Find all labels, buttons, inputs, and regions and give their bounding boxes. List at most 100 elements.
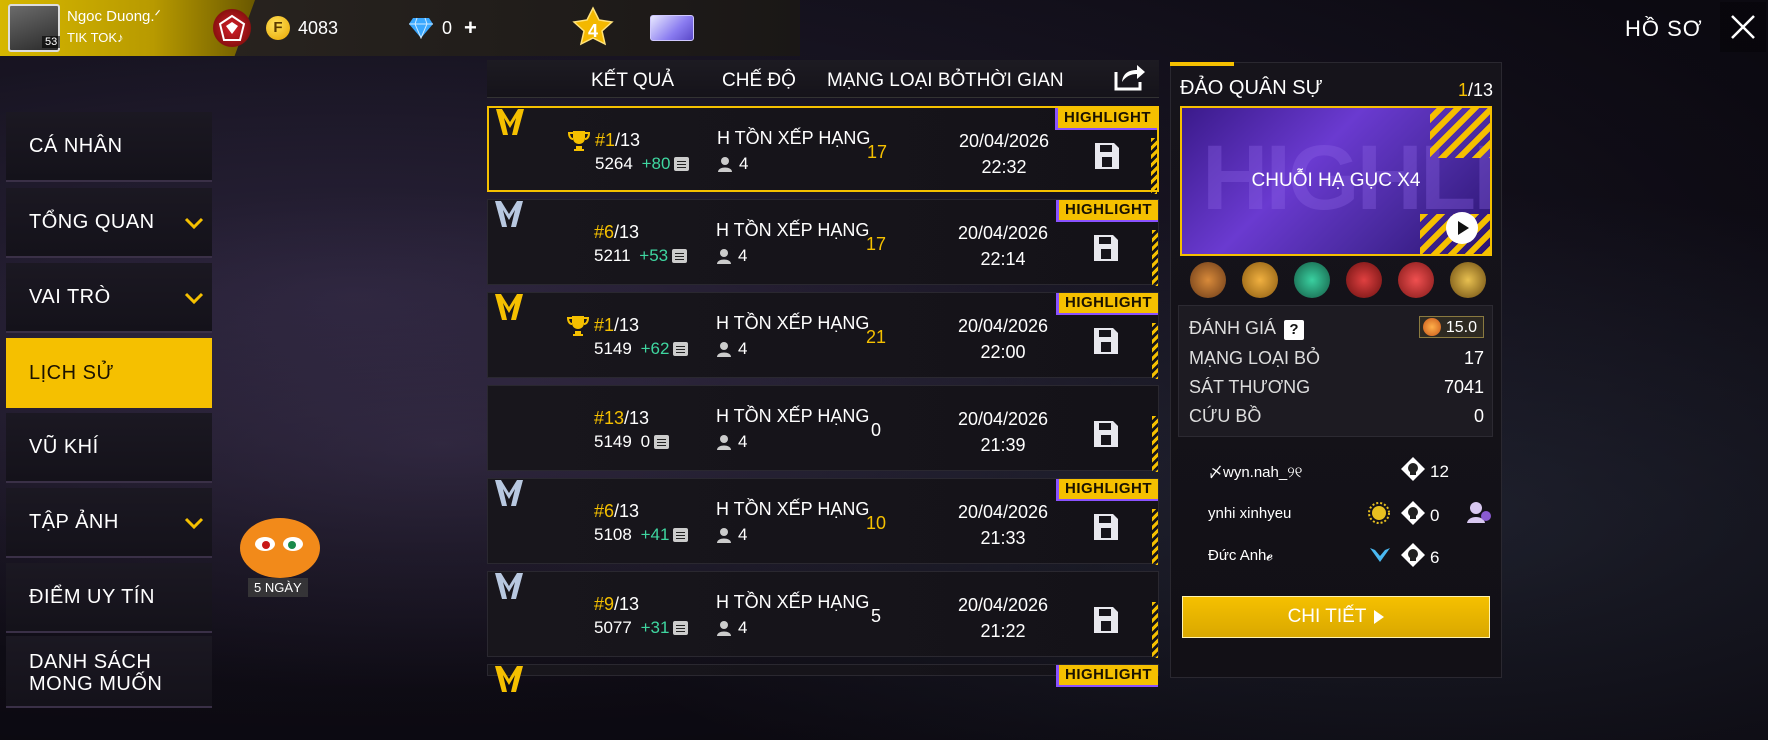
highlight-tag[interactable]: HIGHLIGHT [1055, 108, 1157, 130]
row-stripe [1151, 138, 1157, 194]
history-row[interactable]: #13/13 5149 0H TỒN XẾP HẠNG 4 0 20/04/2026 21… [487, 385, 1159, 472]
pet-avatar[interactable] [235, 512, 325, 580]
sidebar-item[interactable]: TẬP ẢNH [6, 488, 212, 558]
history-row[interactable]: HIGHLIGHT [487, 664, 1159, 692]
skull-icon [1400, 500, 1426, 530]
sidebar-item-label: VŨ KHÍ [29, 435, 99, 458]
match-stats: ĐÁNH GIÁ? 15.0 MẠNG LOẠI BỎ 17 SÁT THƯƠNG… [1178, 305, 1493, 437]
result-rank: #6/13 [594, 501, 639, 522]
save-replay-icon[interactable] [1093, 420, 1119, 448]
save-replay-icon[interactable] [1093, 234, 1119, 262]
stat-label: ĐÁNH GIÁ [1189, 318, 1277, 338]
history-row[interactable]: #1/13 5264 +80 H TỒN XẾP HẠNG 4 17 20/04/2026… [487, 106, 1159, 194]
match-date: 20/04/2026 [957, 316, 1049, 336]
sidebar-item-label: VAI TRÒ [29, 285, 111, 308]
match-time: 21:39 [980, 435, 1026, 455]
badge-knockdown-icon[interactable] [1190, 262, 1226, 298]
match-date: 20/04/2026 [957, 595, 1049, 615]
result-rank: #13/13 [594, 408, 649, 429]
teammate-row[interactable]: ynhi xinhyeu 0 [1208, 500, 1492, 530]
match-time: 21:33 [980, 528, 1026, 548]
sidebar-item[interactable]: CÁ NHÂN [6, 112, 212, 182]
result-score: 5211 +53 [594, 246, 688, 266]
note-icon[interactable] [673, 342, 689, 356]
rank-emblem-icon[interactable] [210, 6, 254, 50]
stat-rating: ĐÁNH GIÁ? 15.0 [1189, 316, 1484, 340]
match-time: 21:22 [980, 621, 1026, 641]
stat-value: 17 [1463, 348, 1484, 368]
note-icon[interactable] [673, 528, 689, 542]
row-stripe [1152, 602, 1158, 658]
badge-medic-icon[interactable] [1294, 262, 1330, 298]
share-icon[interactable] [1113, 62, 1147, 97]
teammate-row[interactable]: 〆wyn.nah_୨୧ 12 [1208, 456, 1492, 486]
match-time: 22:00 [980, 342, 1026, 362]
match-date: 20/04/2026 [957, 223, 1049, 243]
result-score: 5077 +31 [594, 618, 689, 638]
chevron-down-icon [184, 217, 204, 230]
score-value: 5264 [595, 154, 633, 173]
badge-star-icon[interactable] [1450, 262, 1486, 298]
team-count: 4 [738, 246, 748, 265]
teammate-row[interactable]: Đức Anh𝓮 6 [1208, 542, 1492, 572]
note-icon[interactable] [673, 621, 689, 635]
highlight-tag[interactable]: HIGHLIGHT [1056, 293, 1158, 315]
help-icon[interactable]: ? [1284, 320, 1305, 340]
chevron-down-icon [184, 517, 204, 530]
badge-rank-icon[interactable] [1346, 262, 1382, 298]
sidebar-item[interactable]: TỔNG QUAN [6, 188, 212, 258]
highlight-tag[interactable]: HIGHLIGHT [1056, 665, 1158, 687]
team-size: 4 [716, 339, 747, 359]
rating-medal-icon [1422, 318, 1441, 336]
note-icon[interactable] [672, 249, 688, 263]
close-icon [1731, 15, 1755, 39]
score-delta: +31 [640, 618, 670, 637]
rank-star-badge-icon[interactable]: 4 [570, 6, 616, 50]
add-friend-icon[interactable] [1466, 500, 1492, 528]
score-value: 5149 [594, 432, 632, 451]
mode-logo-icon [495, 294, 523, 320]
history-row[interactable]: #6/13 5108 +41 H TỒN XẾP HẠNG 4 10 20/04/2026… [487, 478, 1159, 565]
highlight-tag[interactable]: HIGHLIGHT [1056, 200, 1158, 222]
history-row[interactable]: #9/13 5077 +31 H TỒN XẾP HẠNG 4 5 20/04/2026 2… [487, 571, 1159, 658]
person-icon [718, 157, 732, 172]
save-replay-icon[interactable] [1094, 142, 1120, 170]
wing-badge-icon [1368, 544, 1392, 570]
skull-icon [1400, 456, 1426, 486]
note-icon[interactable] [654, 435, 670, 449]
sidebar-item[interactable]: DANH SÁCH MONG MUỐN [6, 636, 212, 708]
sidebar-item[interactable]: VAI TRÒ [6, 263, 212, 333]
note-icon[interactable] [674, 157, 690, 171]
mode-logo-icon [495, 201, 523, 227]
badge-runner-icon[interactable] [1242, 262, 1278, 298]
diamond-counter[interactable]: 0 + [408, 15, 477, 41]
team-size: 4 [716, 525, 747, 545]
save-replay-icon[interactable] [1093, 513, 1119, 541]
highlight-tag[interactable]: HIGHLIGHT [1056, 479, 1158, 501]
add-diamond-button[interactable]: + [464, 15, 477, 41]
mode-logo-icon [495, 666, 523, 692]
diamond-icon [409, 17, 433, 39]
rating-number: 15.0 [1445, 319, 1477, 336]
player-subtitle: TIK TOK♪ [67, 30, 124, 45]
match-time: 22:32 [981, 157, 1027, 177]
diamond-amount: 0 [442, 17, 453, 38]
sidebar-item[interactable]: VŨ KHÍ [6, 413, 212, 483]
sidebar-item[interactable]: ĐIỂM UY TÍN [6, 563, 212, 633]
history-row[interactable]: #1/13 5149 +62 H TỒN XẾP HẠNG 4 21 20/04/2026… [487, 292, 1159, 379]
team-size: 4 [716, 618, 747, 638]
details-button[interactable]: CHI TIẾT [1182, 596, 1490, 638]
history-row[interactable]: #6/13 5211 +53 H TỒN XẾP HẠNG 4 17 20/04/2026… [487, 199, 1159, 286]
save-replay-icon[interactable] [1093, 327, 1119, 355]
close-button[interactable] [1720, 2, 1766, 52]
rating-value: 15.0 [1418, 316, 1484, 338]
rank-value: #13 [594, 408, 625, 428]
badge-eagle-icon[interactable] [1398, 262, 1434, 298]
save-replay-icon[interactable] [1093, 606, 1119, 634]
card-stripe [1430, 108, 1490, 158]
row-stripe [1152, 509, 1158, 565]
highlight-video-card[interactable]: HIGHLIGHT CHUỖI HẠ GỤC X4 [1180, 106, 1492, 256]
sidebar-item[interactable]: LỊCH SỬ [6, 338, 212, 408]
play-icon[interactable] [1446, 212, 1478, 244]
elite-pass-ticket-icon[interactable] [650, 15, 694, 41]
